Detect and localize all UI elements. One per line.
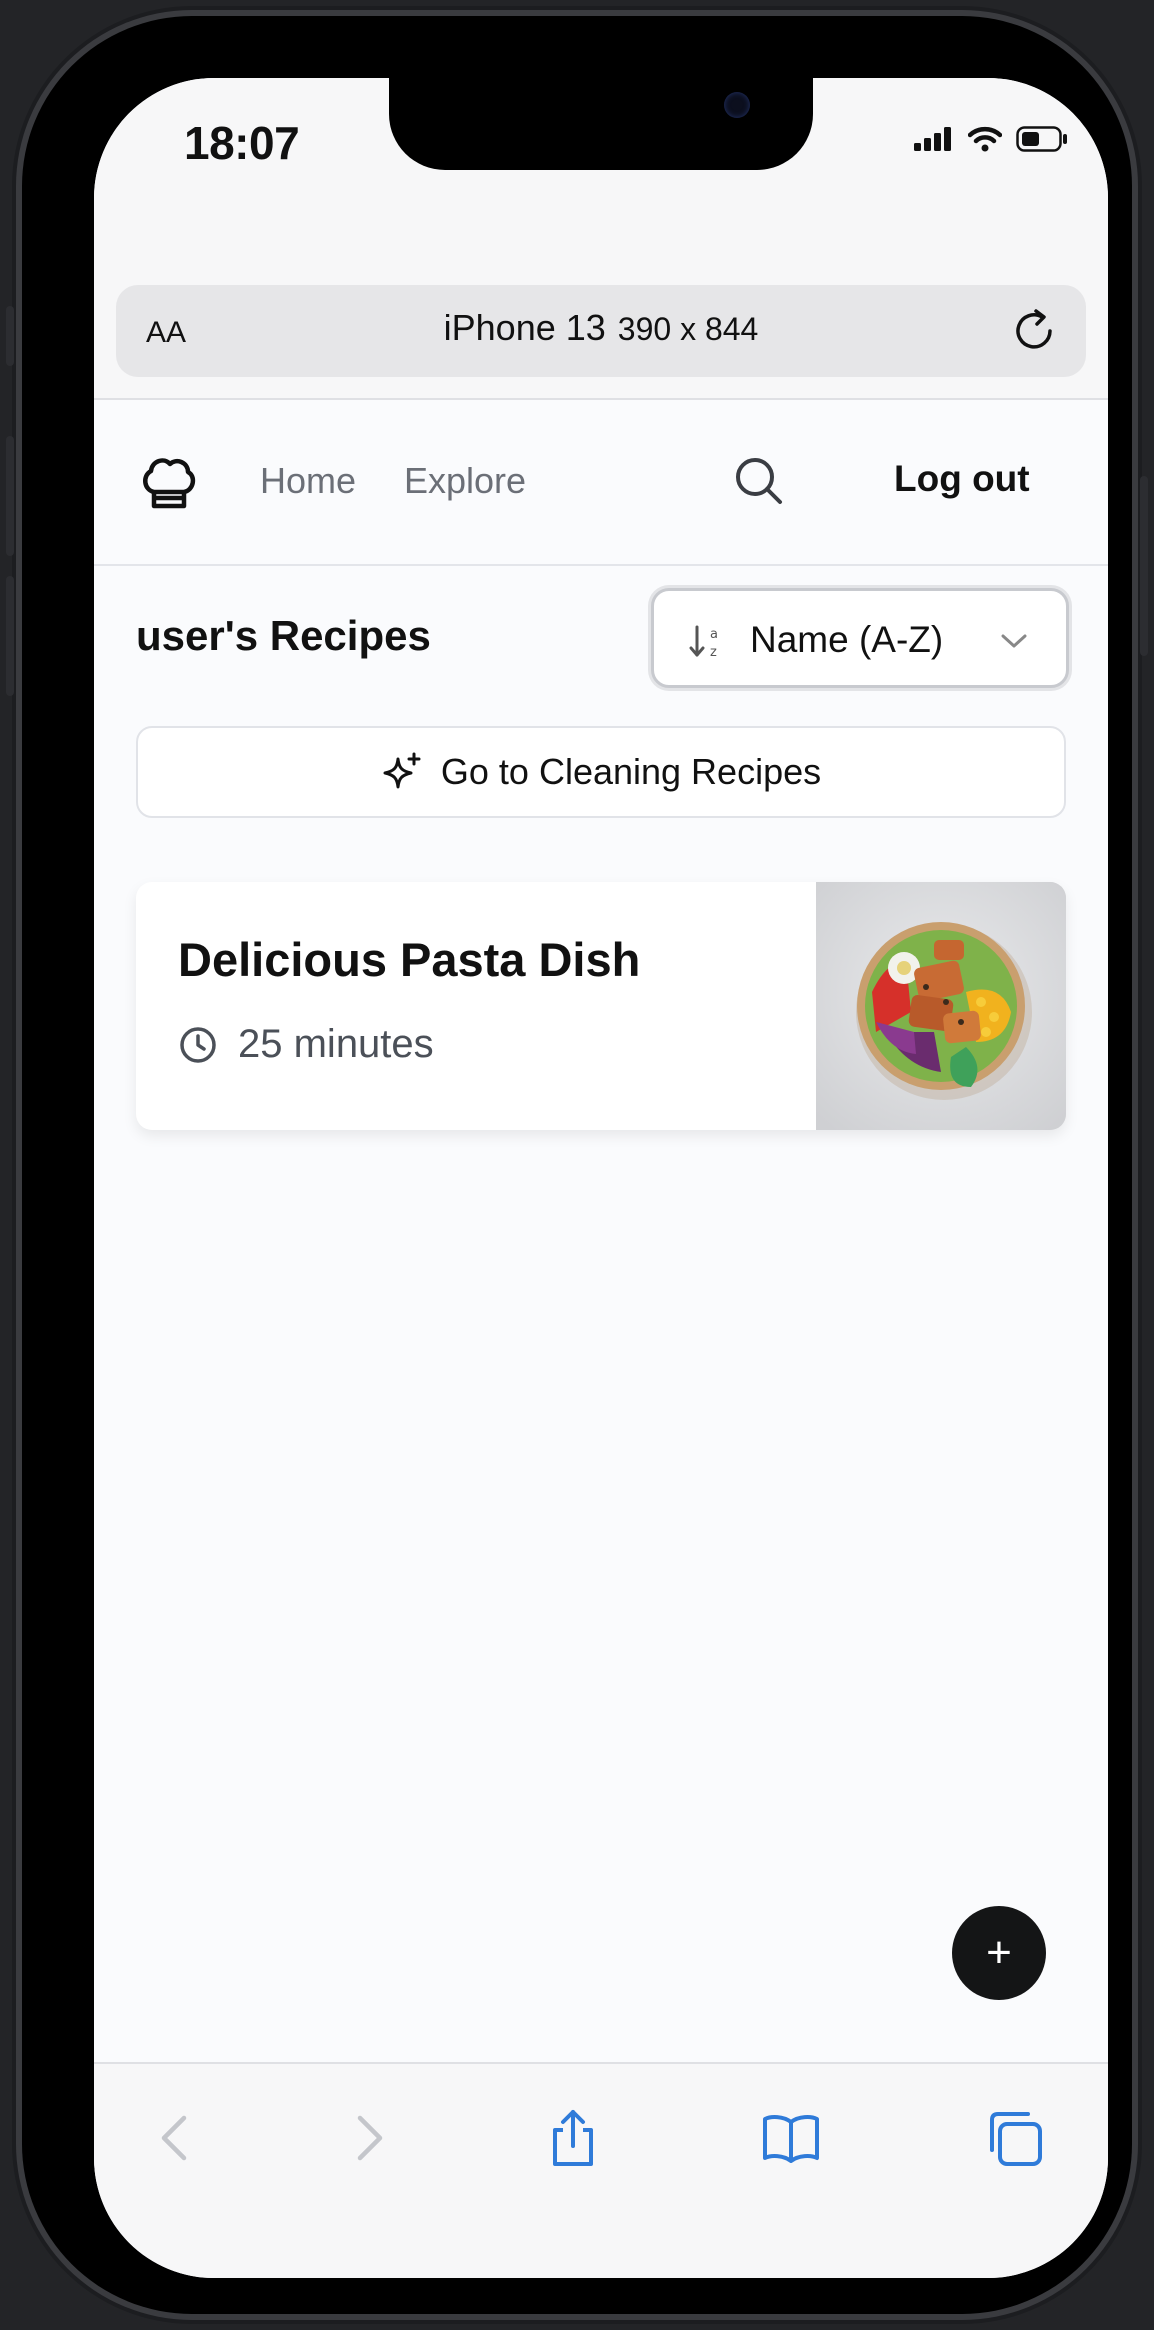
back-chevron-icon[interactable] (144, 2106, 208, 2170)
device-dimensions: 390 x 844 (617, 311, 759, 347)
device-label: iPhone 13 390 x 844 (116, 307, 1086, 349)
add-recipe-button[interactable]: + (952, 1906, 1046, 2000)
svg-text:a: a (710, 627, 718, 642)
reload-icon[interactable] (1006, 303, 1062, 359)
status-time: 18:07 (184, 117, 300, 169)
phone-frame: 18:07 AA iPhone 13 390 x 844 Home Explor… (6, 16, 1148, 2314)
mute-switch (6, 306, 14, 366)
share-icon[interactable] (541, 2106, 605, 2170)
chef-hat-icon[interactable] (138, 452, 198, 512)
recipe-time: 25 minutes (178, 1022, 434, 1067)
battery-icon (1016, 126, 1067, 152)
dynamic-notch (389, 78, 813, 170)
chevron-down-icon (1001, 634, 1027, 648)
device-name: iPhone 13 (443, 307, 606, 348)
power-button (1140, 476, 1148, 656)
address-bar[interactable]: AA iPhone 13 390 x 844 (116, 285, 1086, 377)
sort-select[interactable]: a z Name (A-Z) (651, 588, 1069, 688)
sort-selected-value: Name (A-Z) (750, 619, 944, 660)
page-title: user's Recipes (136, 612, 431, 659)
cellular-signal-icon (914, 127, 951, 151)
nav-home-link[interactable]: Home (260, 460, 356, 502)
nav-explore-link[interactable]: Explore (404, 460, 526, 502)
sparkles-icon (383, 752, 421, 789)
recipe-title: Delicious Pasta Dish (178, 933, 641, 986)
cleaning-recipes-label: Go to Cleaning Recipes (440, 751, 822, 792)
volume-down-button (6, 576, 14, 696)
status-icons (914, 126, 1068, 152)
app-header: Home Explore Log out (94, 400, 1108, 566)
camera-icon (724, 92, 750, 118)
recipe-card[interactable]: Delicious Pasta Dish 25 minutes (136, 882, 1066, 1130)
volume-up-button (6, 436, 14, 556)
bookmarks-icon[interactable] (759, 2106, 823, 2170)
forward-chevron-icon[interactable] (336, 2106, 400, 2170)
salad-bowl-image (816, 882, 1066, 1130)
cleaning-recipes-button[interactable]: Go to Cleaning Recipes (136, 726, 1066, 818)
device-screen: 18:07 AA iPhone 13 390 x 844 Home Explor… (94, 78, 1108, 2278)
status-bar: 18:07 (94, 78, 1108, 218)
sort-alpha-icon: a z (689, 625, 718, 660)
search-icon[interactable] (732, 454, 786, 508)
clock-icon (180, 1026, 216, 1063)
svg-text:z: z (710, 645, 717, 660)
recipe-time-label: 25 minutes (238, 1022, 434, 1066)
browser-chrome: AA iPhone 13 390 x 844 (94, 218, 1108, 400)
recipe-image (816, 882, 1066, 1130)
wifi-icon (968, 126, 1002, 152)
logout-button[interactable]: Log out (894, 458, 1030, 500)
tabs-icon[interactable] (984, 2106, 1048, 2170)
browser-toolbar (94, 2062, 1108, 2278)
